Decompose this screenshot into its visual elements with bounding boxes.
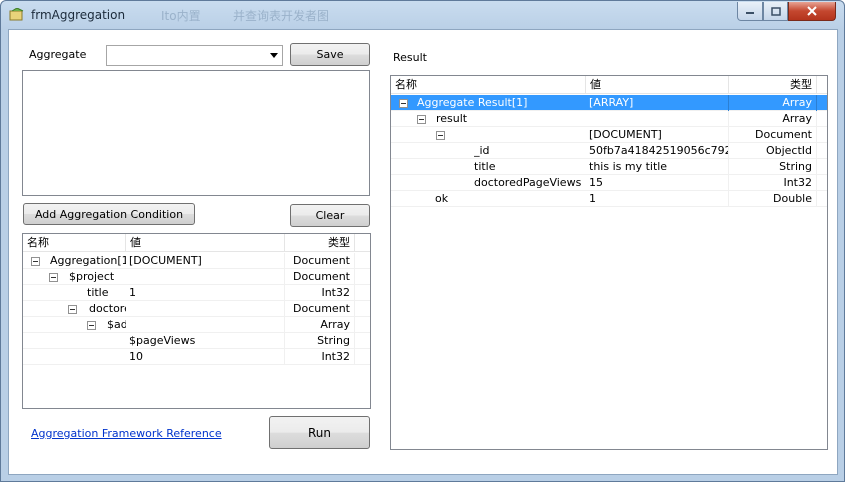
close-icon	[807, 6, 817, 16]
tree-row[interactable]: ok 1 Double	[391, 191, 827, 207]
row-type: Int32	[285, 285, 355, 301]
row-value	[126, 317, 285, 333]
save-button[interactable]: Save	[290, 43, 370, 66]
minimize-button[interactable]	[737, 2, 763, 21]
row-type: Document	[729, 127, 817, 143]
row-name: Aggregation[1]	[50, 254, 126, 267]
row-value: 1	[586, 191, 729, 207]
row-type: Document	[285, 269, 355, 285]
collapse-icon[interactable]	[399, 99, 408, 108]
tree-row[interactable]: 10 Int32	[23, 349, 370, 365]
collapse-icon[interactable]	[87, 321, 96, 330]
row-name	[23, 349, 126, 365]
app-icon	[9, 8, 24, 21]
row-value: $pageViews	[126, 333, 285, 349]
row-name: title	[474, 160, 496, 173]
column-header-type[interactable]: 类型	[729, 76, 817, 94]
tree-row[interactable]: $ad Array	[23, 317, 370, 333]
collapse-icon[interactable]	[31, 257, 40, 266]
row-type: Document	[285, 301, 355, 317]
add-aggregation-condition-button[interactable]: Add Aggregation Condition	[23, 203, 195, 225]
row-name: $project	[69, 270, 115, 283]
tree-row[interactable]: doctore Document	[23, 301, 370, 317]
blurred-tab: 并查询表	[233, 9, 282, 23]
row-value: 10	[126, 349, 285, 365]
row-name: $ad	[107, 318, 126, 331]
collapse-icon[interactable]	[68, 305, 77, 314]
row-value: 1	[126, 285, 285, 301]
tree-row[interactable]: Aggregate Result[1] [ARRAY] Array	[391, 95, 827, 111]
row-value	[126, 269, 285, 285]
column-header-name[interactable]: 名称	[391, 76, 586, 94]
maximize-button[interactable]	[763, 2, 788, 21]
row-value	[586, 111, 729, 127]
row-name	[455, 127, 586, 143]
row-type: Array	[729, 111, 817, 127]
row-type: Double	[729, 191, 817, 207]
column-header-type[interactable]: 类型	[285, 234, 355, 252]
row-name: _id	[474, 144, 490, 157]
close-button[interactable]	[788, 2, 836, 21]
row-name: title	[87, 286, 109, 299]
aggregate-combobox[interactable]	[106, 45, 283, 66]
row-value: 50fb7a41842519056c792f...	[586, 143, 729, 159]
row-type: Array	[285, 317, 355, 333]
tree-row[interactable]: Aggregation[1] [DOCUMENT] Document	[23, 253, 370, 269]
title-bar[interactable]: frmAggregation Ito内置 并查询表 开发者图	[1, 1, 844, 29]
row-type: Int32	[729, 175, 817, 191]
blurred-tab: 开发者图	[281, 9, 330, 23]
tree-row[interactable]: $pageViews String	[23, 333, 370, 349]
window-title: frmAggregation	[31, 8, 126, 22]
row-name: ok	[435, 192, 449, 205]
row-name	[23, 333, 126, 349]
run-button[interactable]: Run	[269, 416, 370, 449]
column-header-name[interactable]: 名称	[23, 234, 126, 252]
row-value: this is my title	[586, 159, 729, 175]
row-name: doctore	[89, 302, 126, 315]
row-value: [DOCUMENT]	[586, 127, 729, 143]
tree-row[interactable]: title 1 Int32	[23, 285, 370, 301]
aggregation-text-area[interactable]	[22, 70, 370, 196]
row-value: 15	[586, 175, 729, 191]
collapse-icon[interactable]	[49, 273, 58, 282]
result-label: Result	[393, 51, 427, 64]
tree-row[interactable]: _id 50fb7a41842519056c792f...ObjectId	[391, 143, 827, 159]
tree-row[interactable]: title this is my title String	[391, 159, 827, 175]
aggregate-label: Aggregate	[29, 48, 87, 61]
collapse-icon[interactable]	[417, 115, 426, 124]
minimize-icon	[746, 12, 754, 14]
tree-row[interactable]: $project Document	[23, 269, 370, 285]
tree-row[interactable]: doctoredPageViews 15 Int32	[391, 175, 827, 191]
blurred-tab: Ito内置	[161, 9, 201, 23]
row-type: String	[729, 159, 817, 175]
row-name: doctoredPageViews	[474, 176, 582, 189]
client-area: Aggregate Save Add Aggregation Condition…	[8, 29, 838, 475]
row-type: Document	[285, 253, 355, 269]
row-type: Array	[729, 95, 817, 111]
tree-header: 名称 値 类型	[23, 234, 370, 252]
row-value	[126, 301, 285, 317]
row-value: [DOCUMENT]	[126, 253, 285, 269]
clear-button[interactable]: Clear	[290, 204, 370, 227]
aggregation-framework-reference-link[interactable]: Aggregation Framework Reference	[31, 427, 222, 440]
row-name: result	[436, 112, 468, 125]
maximize-icon	[770, 6, 781, 16]
application-window: frmAggregation Ito内置 并查询表 开发者图 Aggregate…	[0, 0, 845, 482]
column-header-value[interactable]: 値	[126, 234, 285, 252]
tree-row[interactable]: result Array	[391, 111, 827, 127]
tree-header: 名称 値 类型	[391, 76, 827, 94]
aggregation-condition-tree[interactable]: 名称 値 类型 Aggregation[1] [DOCUMENT] Document…	[22, 233, 371, 409]
row-type: ObjectId	[729, 143, 817, 159]
column-header-value[interactable]: 値	[586, 76, 729, 94]
collapse-icon[interactable]	[436, 131, 445, 140]
result-tree[interactable]: 名称 値 类型 Aggregate Result[1] [ARRAY] Array r…	[390, 75, 828, 450]
row-value: [ARRAY]	[586, 95, 729, 111]
row-type: Int32	[285, 349, 355, 365]
tree-row[interactable]: [DOCUMENT] Document	[391, 127, 827, 143]
dropdown-arrow-icon[interactable]	[270, 53, 278, 58]
row-type: String	[285, 333, 355, 349]
row-name: Aggregate Result[1]	[417, 96, 528, 109]
